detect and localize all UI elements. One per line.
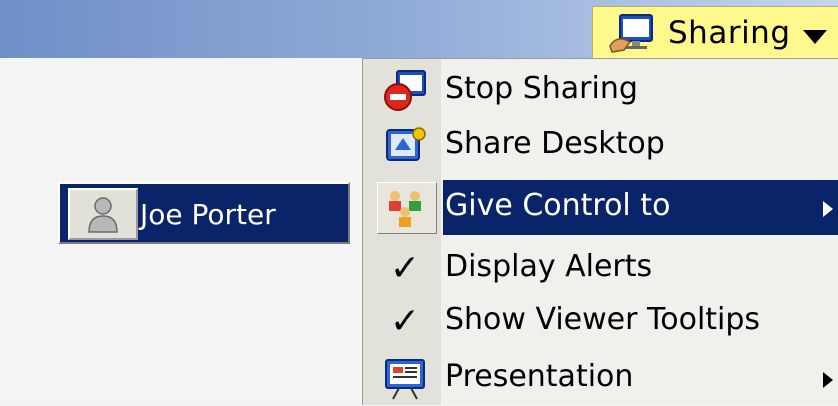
menu-item-give-control[interactable]: Give Control to <box>363 180 838 235</box>
menu-item-presentation[interactable]: Presentation <box>363 351 838 406</box>
menu-item-label: Presentation <box>445 359 634 394</box>
share-desktop-icon <box>381 124 429 168</box>
menu-item-label: Show Viewer Tooltips <box>445 302 761 337</box>
sharing-button[interactable]: Sharing <box>592 6 838 60</box>
user-item-joe-porter[interactable]: Joe Porter <box>58 182 350 244</box>
menu-item-label: Share Desktop <box>445 126 665 161</box>
menu-item-label: Stop Sharing <box>445 71 638 106</box>
user-name: Joe Porter <box>140 198 276 231</box>
sharing-label: Sharing <box>668 15 791 51</box>
submenu-arrow-icon <box>823 372 833 388</box>
menu-item-label: Give Control to <box>445 188 671 223</box>
give-control-icon <box>381 186 429 230</box>
submenu-arrow-icon <box>823 201 833 217</box>
presentation-icon <box>381 357 429 401</box>
menu-item-stop-sharing[interactable]: Stop Sharing <box>363 63 838 118</box>
menu-item-show-viewer-tooltips[interactable]: ✓ Show Viewer Tooltips <box>363 294 838 349</box>
menu-item-share-desktop[interactable]: Share Desktop <box>363 118 838 173</box>
menu-item-label: Display Alerts <box>445 249 653 284</box>
user-icon <box>68 188 138 240</box>
chevron-down-icon[interactable] <box>802 29 828 45</box>
stop-sharing-icon <box>381 69 429 113</box>
sharing-menu: Stop Sharing Share Desktop Give Control … <box>362 58 838 405</box>
check-icon: ✓ <box>389 301 421 342</box>
share-monitor-icon <box>609 14 653 53</box>
menu-item-display-alerts[interactable]: ✓ Display Alerts <box>363 241 838 296</box>
check-icon: ✓ <box>389 248 421 289</box>
